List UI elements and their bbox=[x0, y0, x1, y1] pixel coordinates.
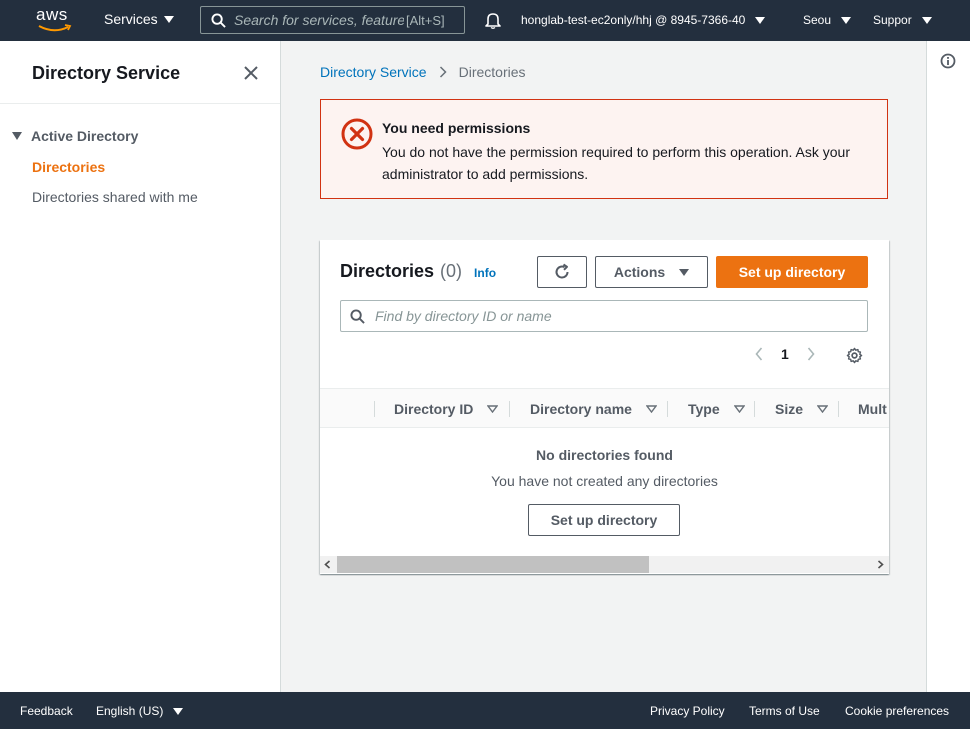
page-number[interactable]: 1 bbox=[781, 346, 789, 362]
column-header-size[interactable]: Size bbox=[775, 389, 829, 429]
help-panel-strip bbox=[926, 41, 970, 692]
column-header-directory-name[interactable]: Directory name bbox=[530, 389, 657, 429]
actions-dropdown-button[interactable]: Actions bbox=[595, 256, 708, 288]
terms-of-use-link[interactable]: Terms of Use bbox=[749, 704, 820, 718]
aws-logo[interactable]: aws bbox=[36, 6, 72, 34]
empty-state-subtitle: You have not created any directories bbox=[491, 473, 718, 489]
cookie-preferences-link[interactable]: Cookie preferences bbox=[845, 704, 949, 718]
column-separator bbox=[667, 401, 668, 417]
chevron-left-icon[interactable] bbox=[755, 347, 763, 361]
caret-down-icon bbox=[679, 268, 690, 276]
horizontal-scrollbar[interactable] bbox=[320, 556, 889, 573]
directory-filter-input[interactable] bbox=[375, 308, 855, 324]
region-menu[interactable]: Seou bbox=[803, 13, 852, 27]
directories-table-panel: Directories (0) Info Actions Set up dire… bbox=[320, 240, 889, 574]
language-selector[interactable]: English (US) bbox=[96, 704, 184, 718]
search-icon bbox=[211, 12, 226, 28]
caret-down-icon bbox=[163, 15, 174, 23]
divider bbox=[0, 103, 280, 104]
side-navigation: Directory Service Active Directory Direc… bbox=[0, 41, 281, 692]
column-separator bbox=[754, 401, 755, 417]
sidebar-title: Directory Service bbox=[32, 63, 181, 83]
setup-directory-button[interactable]: Set up directory bbox=[716, 256, 868, 288]
column-header-multi-az[interactable]: Mult bbox=[858, 389, 887, 429]
sidebar-section-active-directory[interactable]: Active Directory bbox=[12, 128, 138, 144]
sidebar-item-directories-shared[interactable]: Directories shared with me bbox=[32, 189, 198, 205]
directory-filter[interactable] bbox=[340, 300, 868, 332]
caret-down-icon bbox=[755, 16, 766, 24]
global-search[interactable]: [Alt+S] bbox=[200, 6, 465, 34]
sort-icon bbox=[645, 405, 657, 413]
breadcrumb-link-directory-service[interactable]: Directory Service bbox=[320, 64, 427, 80]
notifications-bell-icon[interactable] bbox=[484, 11, 502, 32]
refresh-icon bbox=[555, 263, 569, 279]
privacy-policy-link[interactable]: Privacy Policy bbox=[650, 704, 725, 718]
column-header-type[interactable]: Type bbox=[688, 389, 745, 429]
scrollbar-thumb[interactable] bbox=[337, 556, 649, 573]
footer: Feedback English (US) Privacy Policy Ter… bbox=[0, 692, 970, 729]
caret-down-icon bbox=[921, 16, 932, 24]
info-link[interactable]: Info bbox=[474, 266, 496, 280]
pagination: 1 bbox=[755, 346, 815, 362]
permissions-error-alert: You need permissions You do not have the… bbox=[320, 99, 888, 199]
empty-state-title: No directories found bbox=[536, 447, 673, 463]
empty-state-setup-button[interactable]: Set up directory bbox=[528, 504, 680, 536]
breadcrumb: Directory Service Directories bbox=[320, 64, 526, 80]
sort-icon bbox=[733, 405, 745, 413]
column-header-directory-id[interactable]: Directory ID bbox=[394, 389, 499, 429]
table-header: Directory ID Directory name Type Size Mu… bbox=[320, 388, 889, 428]
close-icon[interactable] bbox=[243, 65, 259, 81]
refresh-button[interactable] bbox=[537, 256, 587, 288]
search-shortcut: [Alt+S] bbox=[406, 12, 445, 28]
alert-title: You need permissions bbox=[382, 120, 531, 136]
panel-title: Directories bbox=[340, 261, 435, 281]
sidebar-item-directories[interactable]: Directories bbox=[32, 159, 105, 175]
caret-down-icon bbox=[12, 132, 22, 140]
top-navigation: aws Services [Alt+S] honglab-test-ec2onl… bbox=[0, 0, 970, 41]
panel-header: Directories (0) Info bbox=[340, 261, 496, 282]
info-icon[interactable] bbox=[940, 53, 956, 72]
global-search-input[interactable] bbox=[234, 12, 404, 28]
column-separator bbox=[374, 401, 375, 417]
chevron-right-icon[interactable] bbox=[807, 347, 815, 361]
caret-down-icon bbox=[841, 16, 852, 24]
account-menu[interactable]: honglab-test-ec2only/hhj @ 8945-7366-40 bbox=[521, 13, 766, 27]
column-separator bbox=[838, 401, 839, 417]
error-icon bbox=[341, 118, 373, 153]
gear-icon[interactable] bbox=[846, 347, 863, 367]
search-icon bbox=[350, 308, 365, 324]
feedback-link[interactable]: Feedback bbox=[20, 704, 73, 718]
chevron-right-icon bbox=[439, 66, 447, 78]
caret-down-icon bbox=[173, 707, 184, 715]
support-menu[interactable]: Suppor bbox=[873, 13, 932, 27]
scroll-left-icon[interactable] bbox=[324, 560, 331, 569]
directory-count: (0) bbox=[440, 261, 463, 281]
aws-smile-icon bbox=[38, 24, 72, 32]
services-menu[interactable]: Services bbox=[104, 11, 174, 27]
breadcrumb-current: Directories bbox=[458, 64, 526, 80]
alert-message: You do not have the permission required … bbox=[382, 144, 850, 182]
sort-icon bbox=[487, 405, 499, 413]
sort-icon bbox=[817, 405, 829, 413]
column-separator bbox=[509, 401, 510, 417]
scroll-right-icon[interactable] bbox=[877, 560, 884, 569]
